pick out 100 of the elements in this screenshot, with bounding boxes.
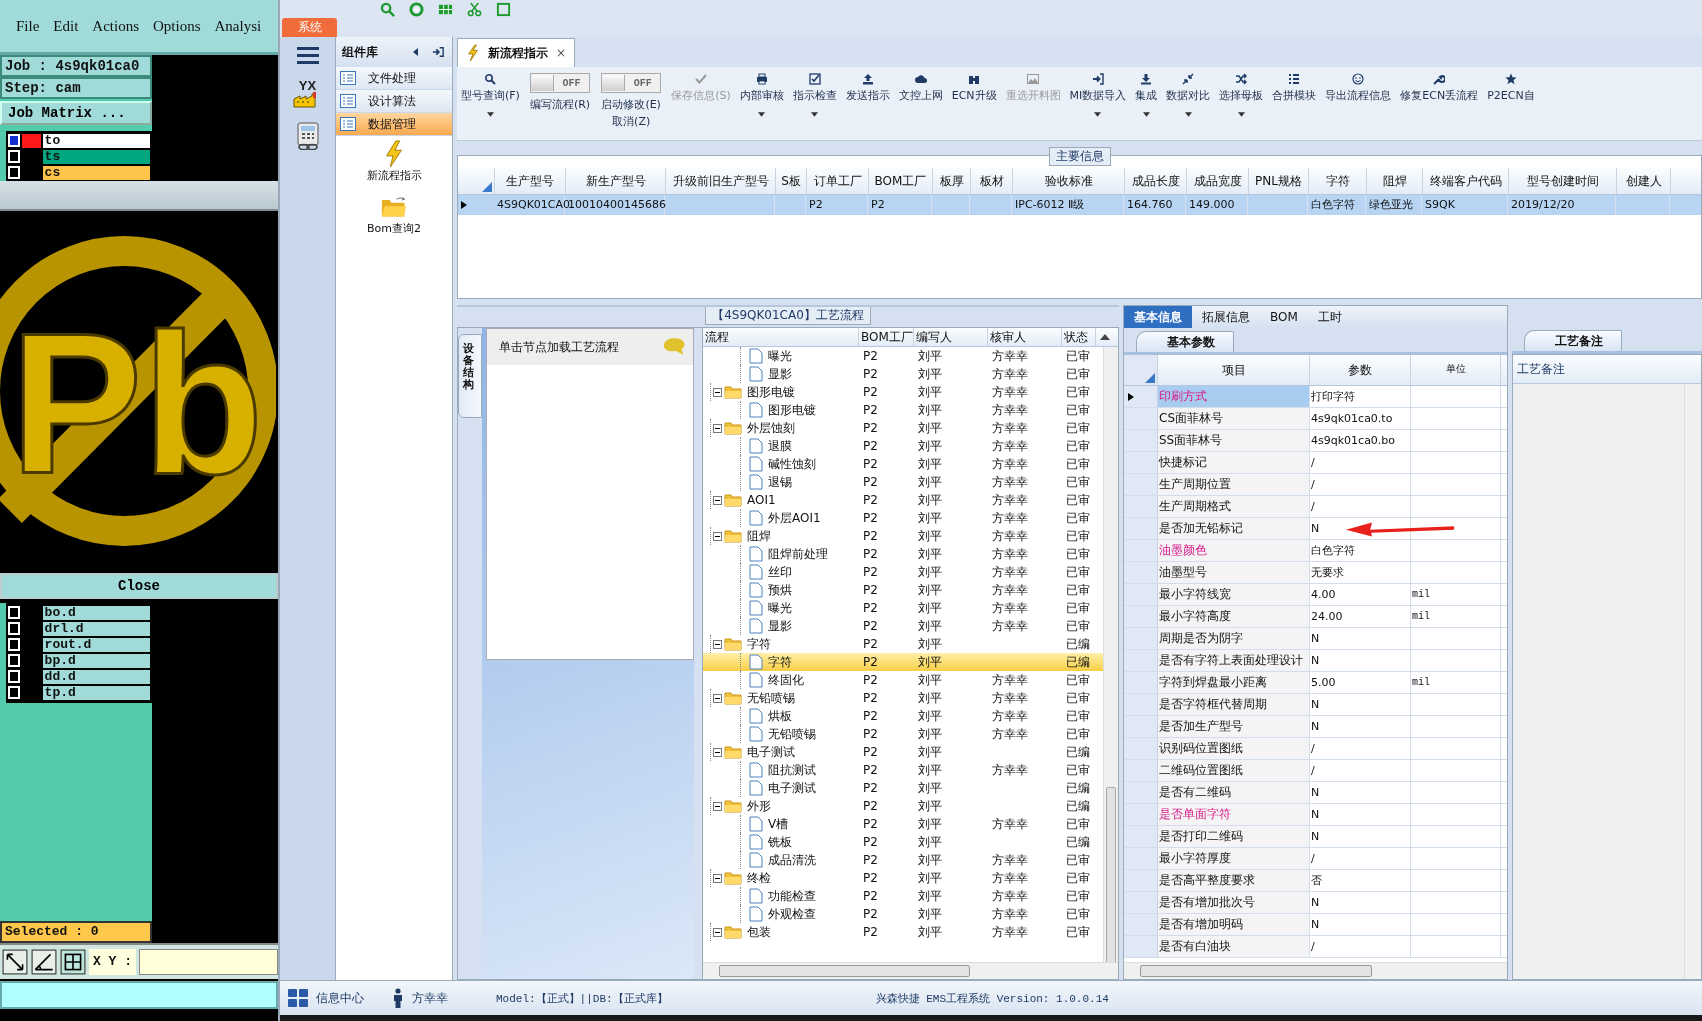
column-header[interactable]: 工艺备注 <box>1513 360 1565 378</box>
grid-icon[interactable] <box>60 949 86 975</box>
sign-in-icon[interactable] <box>432 46 444 58</box>
layer-name[interactable]: ts <box>42 149 150 164</box>
coordinate-field[interactable] <box>139 949 278 975</box>
layer-checkbox[interactable] <box>8 670 21 683</box>
table-row[interactable]: 4S9QK01CA010010400145686 P2 P2 IPC-6012 Ⅱ级 164.760 149.000 白色字符 绿色亚光 S9QK 2019/12/20 <box>458 195 1701 215</box>
column-header[interactable]: 核审人 <box>988 328 1062 346</box>
menu-item[interactable]: Options <box>153 17 201 35</box>
column-header[interactable]: 单位 <box>1411 355 1501 385</box>
layer-name[interactable]: cs <box>42 165 150 180</box>
column-header[interactable]: 成品长度 <box>1125 168 1187 194</box>
column-header[interactable]: 板材 <box>971 168 1013 194</box>
window-icon[interactable] <box>496 1 511 17</box>
table-cell[interactable]: 4s9qk01ca0.bo <box>1311 434 1396 447</box>
tree-row[interactable]: 退锡 P2 刘平 方幸幸 已审 <box>703 473 1103 491</box>
table-cell[interactable]: / <box>1311 940 1315 953</box>
job-matrix-button[interactable]: Job Matrix ... <box>0 101 152 125</box>
collapse-icon[interactable] <box>713 801 722 811</box>
tree-row[interactable]: 图形电镀 P2 刘平 方幸幸 已审 <box>703 401 1103 419</box>
column-header[interactable]: 型号创建时间 <box>1509 168 1617 194</box>
toggle-switch[interactable]: OFF <box>530 73 591 93</box>
layer-checkbox[interactable] <box>8 654 21 667</box>
info-center-link[interactable]: 信息中心 <box>316 989 364 1007</box>
layer-checkbox[interactable] <box>8 150 21 163</box>
layer-name[interactable]: bo.d <box>42 605 150 620</box>
tree-row[interactable]: 功能检查 P2 刘平 方幸幸 已审 <box>703 887 1103 905</box>
table-cell[interactable]: 4s9qk01ca0.to <box>1311 412 1393 425</box>
layer-checkbox[interactable] <box>8 134 21 147</box>
layer-checkbox[interactable] <box>8 686 21 699</box>
menu-icon[interactable] <box>295 45 320 65</box>
tree-row[interactable]: 预烘 P2 刘平 方幸幸 已审 <box>703 581 1103 599</box>
tree-row[interactable]: 图形电镀 P2 刘平 方幸幸 已审 <box>703 383 1103 401</box>
layer-name[interactable]: tp.d <box>42 685 150 700</box>
scrollbar[interactable] <box>1103 347 1118 962</box>
table-cell[interactable]: N <box>1311 522 1320 535</box>
tree-row[interactable]: 成品清洗 P2 刘平 方幸幸 已审 <box>703 851 1103 869</box>
column-header[interactable]: 创建人 <box>1617 168 1671 194</box>
column-header[interactable]: PNL规格 <box>1249 168 1309 194</box>
menu-item[interactable]: Analysi <box>214 17 262 35</box>
document-tab[interactable]: 新流程指示 × <box>457 38 576 67</box>
library-item[interactable]: 数据管理 <box>336 113 452 136</box>
tree-row[interactable]: 显影 P2 刘平 方幸幸 已审 <box>703 365 1103 383</box>
column-header[interactable]: 新生产型号 <box>566 168 666 194</box>
table-cell[interactable]: 否 <box>1311 874 1322 887</box>
table-cell[interactable]: 5.00 <box>1311 676 1336 689</box>
tree-row[interactable]: 显影 P2 刘平 方幸幸 已审 <box>703 617 1103 635</box>
column-header[interactable]: 字符 <box>1309 168 1367 194</box>
tree-row[interactable]: 字符 P2 刘平 已编 <box>703 653 1103 671</box>
layer-name[interactable]: to <box>42 133 150 148</box>
table-cell[interactable]: 白色字符 <box>1311 544 1355 557</box>
command-field[interactable] <box>0 981 278 1009</box>
collapse-icon[interactable] <box>713 495 722 505</box>
table-cell[interactable]: 4.00 <box>1311 588 1336 601</box>
toolbar-button[interactable]: 导出流程信息 <box>1323 71 1394 105</box>
toolbar-button[interactable]: 选择母板 <box>1217 71 1266 119</box>
tab[interactable]: 工时 <box>1307 306 1352 328</box>
table-cell[interactable]: 无要求 <box>1311 566 1344 579</box>
column-header[interactable]: 项目 <box>1158 355 1310 385</box>
tree-row[interactable]: 烘板 P2 刘平 方幸幸 已审 <box>703 707 1103 725</box>
column-header[interactable]: S板 <box>776 168 807 194</box>
toolbar-button[interactable]: MI数据导入 <box>1067 71 1129 119</box>
tree-row[interactable]: 曝光 P2 刘平 方幸幸 已审 <box>703 599 1103 617</box>
tree-row[interactable]: 外形 P2 刘平 已编 <box>703 797 1103 815</box>
scrollbar[interactable] <box>703 962 1118 979</box>
tree-row[interactable]: 阻焊前处理 P2 刘平 方幸幸 已审 <box>703 545 1103 563</box>
layer-checkbox[interactable] <box>8 166 21 179</box>
toolbar-button[interactable]: 内部审核 <box>737 71 786 119</box>
collapse-icon[interactable] <box>713 423 722 433</box>
tree-row[interactable]: 退膜 P2 刘平 方幸幸 已审 <box>703 437 1103 455</box>
tree-row[interactable]: 铣板 P2 刘平 已编 <box>703 833 1103 851</box>
toolbar-button[interactable]: ECN升级 <box>949 71 999 105</box>
toolbar-button[interactable]: 数据对比 <box>1164 71 1213 119</box>
table-cell[interactable]: / <box>1311 478 1315 491</box>
table-cell[interactable]: N <box>1311 830 1320 843</box>
column-header[interactable]: 流程 <box>703 328 859 346</box>
tree-row[interactable]: 无铅喷锡 P2 刘平 方幸幸 已审 <box>703 689 1103 707</box>
column-header[interactable]: BOM工厂 <box>859 328 914 346</box>
table-cell[interactable]: / <box>1311 500 1315 513</box>
tiles-icon[interactable] <box>288 989 308 1007</box>
scroll-up-icon[interactable] <box>1100 333 1110 341</box>
column-header[interactable]: 验收标准 <box>1013 168 1125 194</box>
angle-icon[interactable] <box>31 949 57 975</box>
table-cell[interactable]: / <box>1311 456 1315 469</box>
layer-checkbox[interactable] <box>8 606 21 619</box>
side-tab[interactable]: 设备结构 <box>458 334 482 418</box>
tree-row[interactable]: 无铅喷锡 P2 刘平 方幸幸 已审 <box>703 725 1103 743</box>
collapse-icon[interactable] <box>713 387 722 397</box>
new-flow-tool[interactable]: 新流程指示 <box>366 140 422 183</box>
table-cell[interactable]: N <box>1311 654 1320 667</box>
collapse-icon[interactable] <box>713 693 722 703</box>
toolbar-button[interactable]: 型号查询(F) <box>459 71 522 119</box>
column-header[interactable]: 订单工厂 <box>807 168 869 194</box>
column-header[interactable]: 升级前旧生产型号 <box>666 168 776 194</box>
column-header[interactable]: 板厚 <box>933 168 971 194</box>
table-cell[interactable]: N <box>1311 632 1320 645</box>
table-cell[interactable]: N <box>1311 786 1320 799</box>
table-cell[interactable]: 打印字符 <box>1311 390 1355 403</box>
layer-name[interactable]: dd.d <box>42 669 150 684</box>
tree-row[interactable]: 电子测试 P2 刘平 已编 <box>703 743 1103 761</box>
